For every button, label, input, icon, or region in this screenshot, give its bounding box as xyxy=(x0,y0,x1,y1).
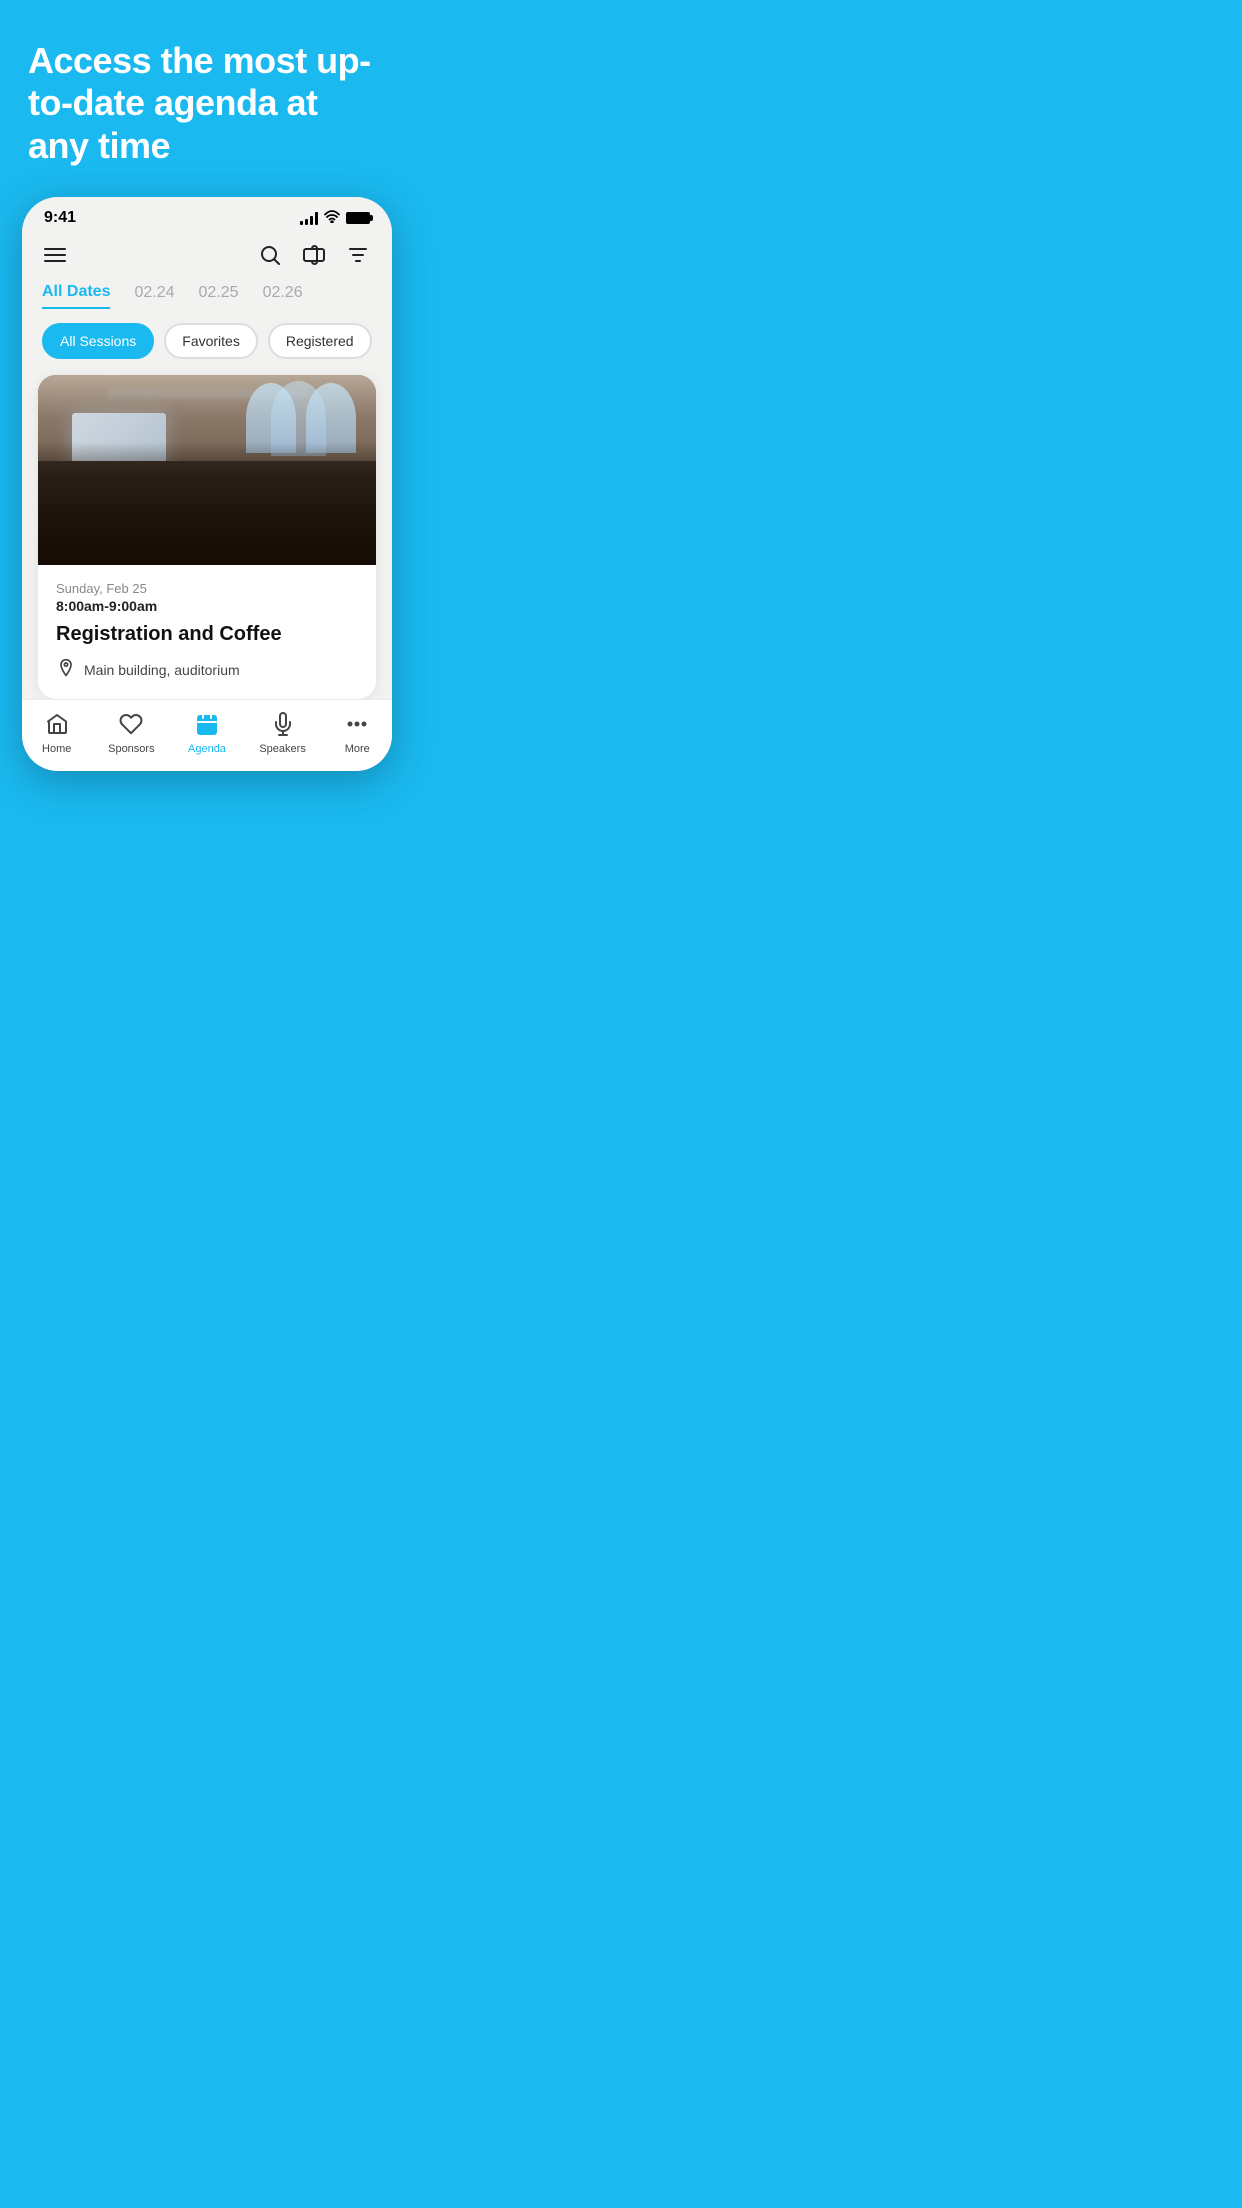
session-title: Registration and Coffee xyxy=(56,622,358,646)
status-icons xyxy=(300,210,370,226)
session-date: Sunday, Feb 25 xyxy=(56,581,358,596)
sponsors-icon xyxy=(119,712,143,739)
nav-home[interactable]: Home xyxy=(27,708,87,759)
more-icon xyxy=(345,712,369,739)
session-time: 8:00am-9:00am xyxy=(56,598,358,614)
session-image xyxy=(38,375,376,565)
ticket-button[interactable] xyxy=(300,241,328,269)
hero-title: Access the most up-to-date agenda at any… xyxy=(28,40,386,167)
header-right-icons xyxy=(256,241,372,269)
session-card-area: Sunday, Feb 25 8:00am-9:00am Registratio… xyxy=(22,371,392,699)
nav-more-label: More xyxy=(345,743,370,755)
date-tabs: All Dates 02.24 02.25 02.26 xyxy=(22,279,392,313)
hamburger-icon xyxy=(44,248,66,262)
tab-all-dates[interactable]: All Dates xyxy=(42,283,110,309)
chip-all-sessions[interactable]: All Sessions xyxy=(42,323,154,359)
phone-mockup: 9:41 xyxy=(22,197,392,771)
bottom-nav: Home Sponsors Agenda Speake xyxy=(22,699,392,771)
wifi-icon xyxy=(324,210,340,226)
session-location-text: Main building, auditorium xyxy=(84,662,240,678)
session-filters: All Sessions Favorites Registered xyxy=(22,313,392,371)
session-info: Sunday, Feb 25 8:00am-9:00am Registratio… xyxy=(38,565,376,699)
session-location: Main building, auditorium xyxy=(56,658,358,681)
nav-agenda-label: Agenda xyxy=(188,743,226,755)
nav-home-label: Home xyxy=(42,743,71,755)
tab-date-0226[interactable]: 02.26 xyxy=(263,284,303,308)
chip-favorites[interactable]: Favorites xyxy=(164,323,258,359)
chip-registered[interactable]: Registered xyxy=(268,323,372,359)
tab-date-0224[interactable]: 02.24 xyxy=(134,284,174,308)
search-button[interactable] xyxy=(256,241,284,269)
nav-speakers-label: Speakers xyxy=(259,743,305,755)
tab-date-0225[interactable]: 02.25 xyxy=(199,284,239,308)
nav-sponsors-label: Sponsors xyxy=(108,743,154,755)
hero-section: Access the most up-to-date agenda at any… xyxy=(0,0,414,197)
filter-button[interactable] xyxy=(344,241,372,269)
battery-icon xyxy=(346,212,370,224)
speakers-icon xyxy=(271,712,295,739)
status-bar: 9:41 xyxy=(22,197,392,231)
nav-speakers[interactable]: Speakers xyxy=(247,708,317,759)
location-pin-icon xyxy=(56,658,76,681)
agenda-icon xyxy=(195,712,219,739)
session-card[interactable]: Sunday, Feb 25 8:00am-9:00am Registratio… xyxy=(38,375,376,699)
home-icon xyxy=(45,712,69,739)
menu-button[interactable] xyxy=(42,246,68,264)
status-time: 9:41 xyxy=(44,209,76,227)
signal-bars-icon xyxy=(300,212,318,225)
app-header xyxy=(22,231,392,279)
nav-more[interactable]: More xyxy=(327,708,387,759)
nav-agenda[interactable]: Agenda xyxy=(176,708,238,759)
nav-sponsors[interactable]: Sponsors xyxy=(96,708,166,759)
